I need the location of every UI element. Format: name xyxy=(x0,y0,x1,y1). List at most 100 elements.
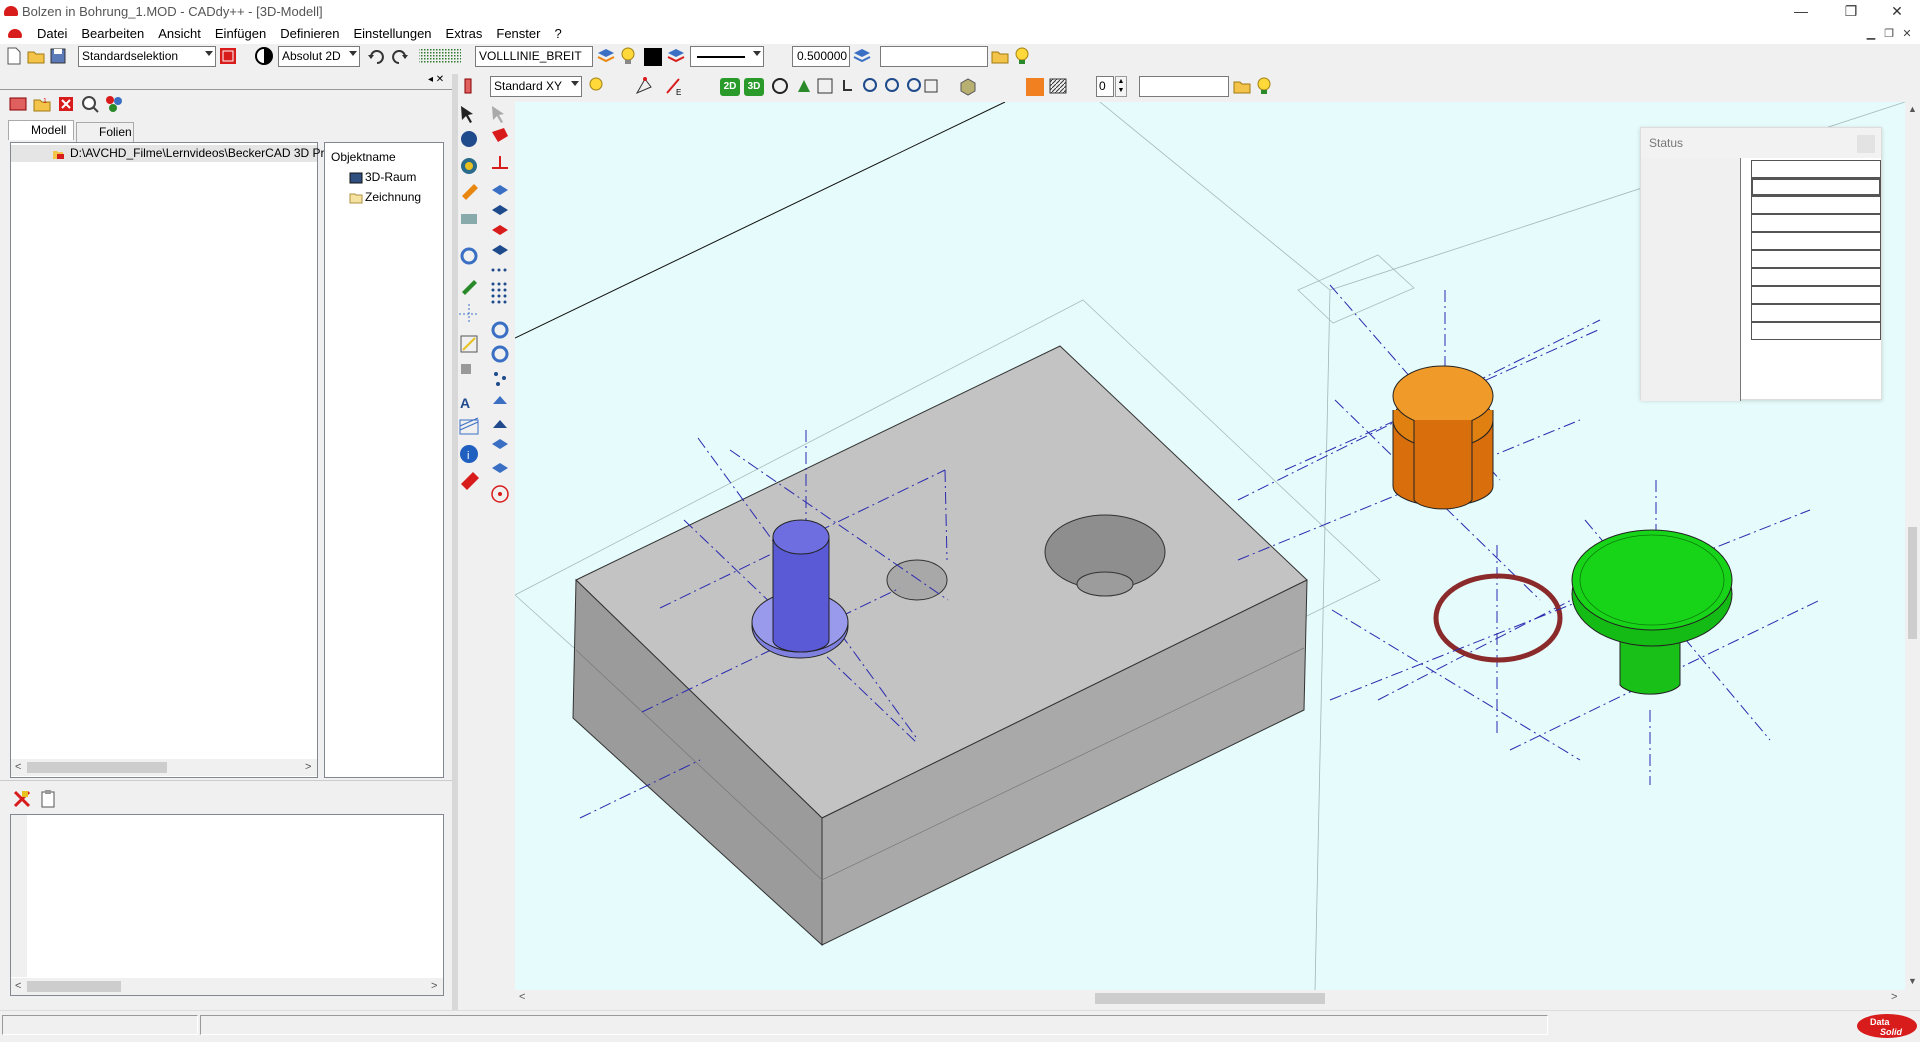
status-row[interactable] xyxy=(1751,160,1881,178)
delete-object-icon[interactable] xyxy=(56,94,76,114)
object-item-label: 3D-Raum xyxy=(365,170,417,184)
info-hscrollbar[interactable]: < > xyxy=(11,978,443,995)
mdi-restore-button[interactable]: ❐ xyxy=(1880,26,1898,42)
status-row[interactable] xyxy=(1751,232,1881,250)
minimize-button[interactable]: — xyxy=(1778,0,1824,24)
line-width-value: 0.500000 xyxy=(797,49,848,63)
tab-folien[interactable]: Folien xyxy=(76,122,134,142)
app-logo-icon xyxy=(4,6,18,16)
menu-bar: Datei Bearbeiten Ansicht Einfügen Definieren… xyxy=(0,24,1920,44)
status-row[interactable] xyxy=(1751,250,1881,268)
view-plane-value: Standard XY xyxy=(494,79,563,93)
file-icon xyxy=(53,151,64,159)
line-width-field[interactable]: 0.500000 xyxy=(792,46,850,67)
tab-modell-label: Modell xyxy=(31,123,67,137)
status-row[interactable] xyxy=(1751,268,1881,286)
document-menu-icon[interactable] xyxy=(8,29,22,38)
lightbulb-on-icon[interactable] xyxy=(1012,46,1032,66)
tree-row[interactable]: D:\AVCHD_Filme\Lernvideos\BeckerCAD 3D P… xyxy=(11,145,325,162)
folder-tree-icon[interactable]: 1 xyxy=(32,94,52,114)
restore-button[interactable]: ❐ xyxy=(1828,0,1874,24)
box-view-icon[interactable] xyxy=(958,76,978,96)
menu-item-3[interactable]: Einfügen xyxy=(208,26,273,42)
orange-pin-top xyxy=(1392,365,1494,427)
save-icon[interactable] xyxy=(48,46,68,66)
panel-divider: ◂ ✕ xyxy=(0,74,452,90)
new-file-icon[interactable] xyxy=(4,46,24,66)
layer-spinner[interactable]: ▲ ▼ xyxy=(1115,76,1127,97)
tool-palette-icons[interactable]: A i xyxy=(458,74,515,574)
object-header: Objektname xyxy=(331,150,396,164)
mdi-minimize-button[interactable]: ▁ xyxy=(1862,26,1880,42)
view-plane-select[interactable]: Standard XY xyxy=(490,76,582,97)
guide-line xyxy=(1099,102,1331,291)
status-row[interactable] xyxy=(1751,214,1881,232)
guide-line xyxy=(1314,289,1331,990)
layer-width-icon[interactable] xyxy=(852,46,872,66)
line-type-field[interactable]: VOLLLINIE_BREIT xyxy=(475,46,593,67)
view-3d-button[interactable]: 3D xyxy=(744,78,764,96)
status-row[interactable] xyxy=(1751,178,1881,196)
bulb-green-icon[interactable] xyxy=(1254,76,1274,96)
layer-field[interactable]: 0 xyxy=(1096,76,1114,97)
status-row[interactable] xyxy=(1751,322,1881,340)
edge-icon[interactable]: E xyxy=(664,76,684,96)
color-swatch[interactable] xyxy=(644,48,662,66)
line-style-select[interactable] xyxy=(690,46,764,67)
status-row[interactable] xyxy=(1751,196,1881,214)
color-fill-swatch[interactable] xyxy=(1026,78,1044,96)
viewport-hscrollbar[interactable]: < > xyxy=(515,990,1905,1007)
info-gutter xyxy=(11,815,27,977)
folder-search-icon[interactable] xyxy=(990,46,1010,66)
menu-item-0[interactable]: Datei xyxy=(30,26,74,42)
menu-item-1[interactable]: Bearbeiten xyxy=(74,26,151,42)
pencil-tool-icon[interactable] xyxy=(460,76,480,96)
layer-stack-icon[interactable] xyxy=(666,46,686,66)
menu-item-5[interactable]: Einstellungen xyxy=(346,26,438,42)
status-window-close-button[interactable] xyxy=(1857,135,1875,153)
layer-icon[interactable] xyxy=(596,46,616,66)
search-field[interactable] xyxy=(880,46,988,67)
model-window-icon[interactable] xyxy=(8,94,28,114)
viewport-vscrollbar[interactable]: ▲ ▼ xyxy=(1905,102,1920,990)
lightbulb-icon[interactable] xyxy=(618,46,638,66)
panel-pin-icon[interactable]: ◂ ✕ xyxy=(428,74,444,85)
status-label-column xyxy=(1641,158,1741,401)
status-row[interactable] xyxy=(1751,286,1881,304)
properties-icon[interactable] xyxy=(104,94,124,114)
tree-hscrollbar[interactable]: < > xyxy=(11,759,317,776)
search-object-icon[interactable] xyxy=(80,94,100,114)
redo-icon[interactable] xyxy=(390,46,410,66)
navigation-icons[interactable] xyxy=(770,76,938,96)
coordinate-icon[interactable] xyxy=(254,46,274,66)
tab-folien-label: Folien xyxy=(99,125,132,139)
clear-red-icon[interactable] xyxy=(12,789,32,809)
snap-icon[interactable] xyxy=(634,76,654,96)
hatch-icon[interactable] xyxy=(1048,76,1068,96)
clipboard-icon[interactable] xyxy=(38,789,58,809)
view-search-field[interactable] xyxy=(1139,76,1229,97)
tab-modell[interactable]: Modell xyxy=(8,120,74,140)
object-item-label: Zeichnung xyxy=(365,190,422,204)
selection-frame-icon[interactable] xyxy=(218,46,238,66)
folder-light-icon[interactable] xyxy=(1232,76,1252,96)
selection-mode-select[interactable]: Standardselektion xyxy=(78,46,216,67)
coordinate-mode-value: Absolut 2D xyxy=(282,49,341,63)
undo-icon[interactable] xyxy=(366,46,386,66)
light-icon[interactable] xyxy=(586,76,606,96)
close-button[interactable]: ✕ xyxy=(1874,0,1920,24)
menu-item-7[interactable]: Fenster xyxy=(489,26,547,42)
coordinate-mode-select[interactable]: Absolut 2D xyxy=(278,46,360,67)
grid-icon[interactable] xyxy=(418,46,462,66)
title-bar: Bolzen in Bohrung_1.MOD - CADdy++ - [3D-… xyxy=(0,0,1920,24)
menu-item-6[interactable]: Extras xyxy=(439,26,490,42)
status-row[interactable] xyxy=(1751,304,1881,322)
svg-text:A: A xyxy=(460,395,470,411)
view-2d-button[interactable]: 2D xyxy=(720,78,740,96)
open-folder-icon[interactable] xyxy=(26,46,46,66)
mdi-close-button[interactable]: ✕ xyxy=(1898,26,1916,42)
menu-item-2[interactable]: Ansicht xyxy=(151,26,208,42)
menu-item-8[interactable]: ? xyxy=(547,26,568,42)
oring xyxy=(1433,573,1563,663)
menu-item-4[interactable]: Definieren xyxy=(273,26,346,42)
